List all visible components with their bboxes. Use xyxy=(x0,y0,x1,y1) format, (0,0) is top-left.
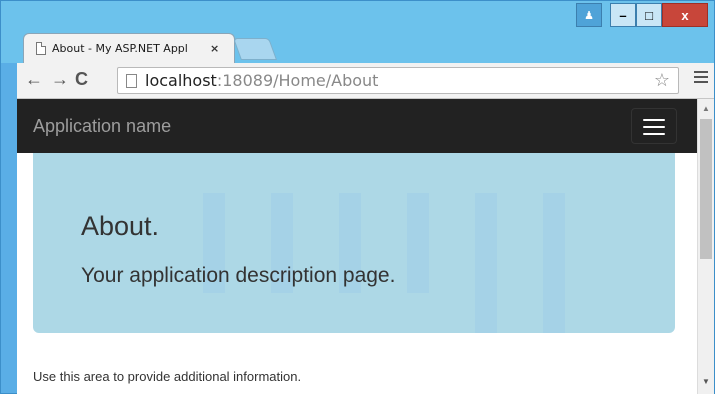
user-icon[interactable]: ♟ xyxy=(576,3,602,27)
browser-menu-icon[interactable] xyxy=(694,71,708,86)
tab-close-icon[interactable]: × xyxy=(210,42,219,55)
page-viewport: Application name About. Your application… xyxy=(17,99,697,394)
info-text: Use this area to provide additional info… xyxy=(33,369,302,384)
site-navbar: Application name xyxy=(17,99,697,153)
scrollbar-thumb[interactable] xyxy=(700,119,712,259)
page-title: About. xyxy=(81,211,160,241)
page-icon xyxy=(36,42,46,55)
window-controls: ♟ – □ x xyxy=(576,3,708,27)
title-bar: About - My ASP.NET Appl × ♟ – □ x xyxy=(1,1,714,64)
minimize-button[interactable]: – xyxy=(610,3,636,27)
browser-window: About - My ASP.NET Appl × ♟ – □ x ← → C … xyxy=(0,0,715,394)
scroll-up-icon[interactable]: ▲ xyxy=(702,104,710,113)
new-tab-button[interactable] xyxy=(232,38,278,60)
maximize-button[interactable]: □ xyxy=(636,3,662,27)
url-host: localhost xyxy=(145,71,217,90)
tab-title: About - My ASP.NET Appl xyxy=(52,42,188,55)
reload-icon[interactable]: C xyxy=(75,69,88,90)
forward-arrow-icon[interactable]: → xyxy=(51,69,69,90)
bookmark-star-icon[interactable]: ☆ xyxy=(654,70,670,91)
browser-toolbar: ← → C localhost :18089/Home/About ☆ xyxy=(17,63,714,99)
page-description: Your application description page. xyxy=(81,264,396,287)
back-arrow-icon[interactable]: ← xyxy=(25,69,43,90)
vertical-scrollbar[interactable]: ▲ ▼ xyxy=(697,99,714,394)
page-icon xyxy=(126,73,137,88)
address-bar[interactable]: localhost :18089/Home/About ☆ xyxy=(117,67,679,94)
close-button[interactable]: x xyxy=(662,3,708,27)
navbar-toggle-icon[interactable] xyxy=(631,108,677,144)
jumbotron-pattern xyxy=(33,153,675,333)
url-path: :18089/Home/About xyxy=(216,71,379,90)
jumbotron: About. Your application description page… xyxy=(33,153,675,333)
tab-active[interactable]: About - My ASP.NET Appl × xyxy=(23,33,235,64)
navbar-brand[interactable]: Application name xyxy=(33,116,171,137)
scroll-down-icon[interactable]: ▼ xyxy=(702,377,710,386)
